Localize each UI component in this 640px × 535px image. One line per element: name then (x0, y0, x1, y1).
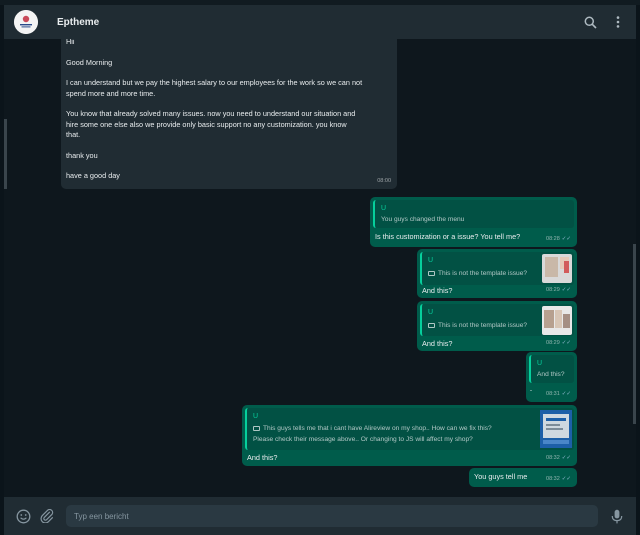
more-vertical-icon[interactable] (608, 12, 628, 32)
quoted-message[interactable]: U This is not the template issue? (420, 304, 574, 336)
microphone-icon[interactable] (608, 507, 626, 525)
message-time: 08:32 ✓✓ (546, 454, 571, 461)
read-ticks-icon: ✓✓ (561, 454, 571, 461)
message-line: have a good day (66, 171, 120, 180)
message-text: And this? (422, 339, 453, 348)
quoted-message[interactable]: U And this? (529, 355, 574, 383)
search-icon[interactable] (580, 12, 600, 32)
contact-name[interactable]: Eptheme (57, 17, 99, 28)
message-time: 08:28 ✓✓ (546, 235, 571, 242)
quote-author: U (428, 309, 434, 316)
quote-text: This guys tells me that i cant have Alir… (253, 424, 492, 435)
outgoing-message[interactable]: U This is not the template issue? And th… (417, 301, 577, 351)
message-text: You guys tell me (474, 472, 528, 481)
message-text: Is this customization or a issue? You te… (375, 232, 521, 241)
message-list[interactable]: Hii Good Morning I can understand but we… (4, 39, 636, 497)
paperclip-icon[interactable] (38, 507, 56, 525)
quote-text: This is not the template issue? (428, 321, 527, 332)
quote-author: U (537, 360, 543, 367)
quote-author: U (253, 413, 259, 420)
outgoing-message[interactable]: U This is not the template issue? And th… (417, 249, 577, 298)
scrollbar[interactable] (633, 244, 636, 424)
camera-icon (428, 323, 435, 328)
quote-author: U (428, 257, 434, 264)
quote-text: You guys changed the menu (381, 216, 465, 223)
message-time: 08:31 ✓✓ (546, 390, 571, 397)
message-line: thank you (66, 150, 98, 160)
message-line: that. (66, 130, 81, 139)
outgoing-message[interactable]: U This guys tells me that i cant have Al… (242, 405, 577, 466)
read-ticks-icon: ✓✓ (561, 339, 571, 346)
quote-author: U (381, 205, 387, 212)
image-thumbnail[interactable] (542, 254, 572, 283)
incoming-message[interactable]: Hii Good Morning I can understand but we… (61, 39, 397, 189)
quoted-message[interactable]: U This guys tells me that i cant have Al… (245, 408, 574, 450)
camera-icon (428, 271, 435, 276)
read-ticks-icon: ✓✓ (561, 475, 571, 482)
message-line: spend more and more time. (66, 88, 156, 98)
message-line: You know that already solved many issues… (66, 109, 356, 118)
scrollbar-left[interactable] (4, 119, 7, 189)
quoted-message[interactable]: U This is not the template issue? (420, 252, 574, 285)
quote-text: This is not the template issue? (428, 269, 527, 280)
message-text: And this? (247, 453, 278, 462)
emoji-icon[interactable] (14, 507, 32, 525)
message-text: And this? (422, 286, 453, 295)
quote-text: And this? (537, 371, 565, 378)
compose-bar (4, 497, 636, 535)
read-ticks-icon: ✓✓ (561, 390, 571, 397)
message-time: 08:00 (377, 177, 391, 184)
message-line: hire some one else also we provide only … (66, 119, 347, 129)
message-text: Hii Good Morning I can understand but we… (66, 39, 362, 182)
message-time: 08:29 ✓✓ (546, 339, 571, 346)
outgoing-message[interactable]: U You guys changed the menu Is this cust… (370, 197, 577, 247)
image-thumbnail[interactable] (542, 306, 572, 335)
message-line: Good Morning (66, 57, 113, 67)
read-ticks-icon: ✓✓ (561, 286, 571, 293)
quoted-message[interactable]: U You guys changed the menu (373, 200, 574, 228)
quote-text: Please check their message above.. Or ch… (253, 436, 473, 443)
message-text: - (530, 388, 532, 394)
message-line: I can understand but we pay the highest … (66, 78, 363, 87)
message-time: 08:32 ✓✓ (546, 475, 571, 482)
contact-avatar[interactable] (14, 10, 38, 34)
message-time: 08:29 ✓✓ (546, 286, 571, 293)
logo-icon (14, 10, 38, 34)
message-line: Hii (66, 39, 75, 46)
outgoing-message[interactable]: You guys tell me 08:32 ✓✓ (469, 468, 577, 487)
image-thumbnail[interactable] (540, 410, 572, 448)
chat-header: Eptheme (4, 5, 636, 39)
read-ticks-icon: ✓✓ (561, 235, 571, 242)
message-input[interactable] (66, 505, 598, 527)
camera-icon (253, 426, 260, 431)
outgoing-message[interactable]: U And this? - 08:31 ✓✓ (526, 352, 577, 402)
